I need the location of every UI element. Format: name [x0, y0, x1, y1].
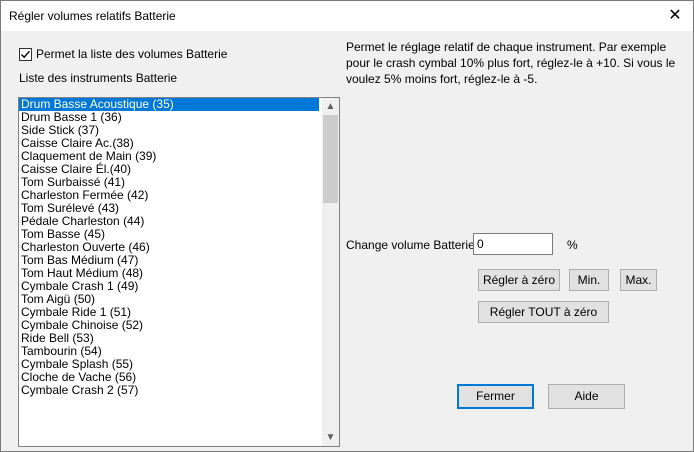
percent-unit: %	[567, 238, 578, 252]
instrument-list-items: Drum Basse Acoustique (35) Drum Basse 1 (…	[19, 98, 319, 397]
instrument-list-item[interactable]: Cymbale Crash 2 (57)	[19, 384, 319, 397]
close-button[interactable]: Fermer	[457, 384, 534, 409]
volume-percent-input[interactable]	[473, 233, 553, 255]
close-icon[interactable]: ✕	[657, 1, 693, 31]
min-button[interactable]: Min.	[569, 269, 609, 291]
instrument-list-label: Liste des instruments Batterie	[19, 71, 178, 85]
enable-volumes-label: Permet la liste des volumes Batterie	[36, 47, 228, 61]
max-button[interactable]: Max.	[620, 269, 657, 291]
dialog-title: Régler volumes relatifs Batterie	[9, 9, 176, 23]
reset-all-button[interactable]: Régler TOUT à zéro	[478, 301, 609, 323]
title-bar: Régler volumes relatifs Batterie ✕	[1, 1, 693, 31]
volume-dialog: Régler volumes relatifs Batterie ✕ Perme…	[0, 0, 694, 452]
change-volume-label: Change volume Batterie de	[346, 238, 492, 252]
scroll-thumb[interactable]	[323, 115, 338, 203]
instrument-listbox[interactable]: Drum Basse Acoustique (35) Drum Basse 1 (…	[18, 97, 340, 447]
help-description: Permet le réglage relatif de chaque inst…	[346, 40, 676, 86]
help-button[interactable]: Aide	[548, 384, 625, 409]
checkbox-box[interactable]	[19, 48, 32, 61]
checkmark-icon	[21, 50, 31, 59]
scroll-up-icon[interactable]: ▲	[322, 98, 339, 115]
list-scrollbar[interactable]: ▲ ▼	[322, 98, 339, 446]
scroll-down-icon[interactable]: ▼	[322, 429, 339, 446]
reset-button[interactable]: Régler à zéro	[478, 269, 560, 291]
